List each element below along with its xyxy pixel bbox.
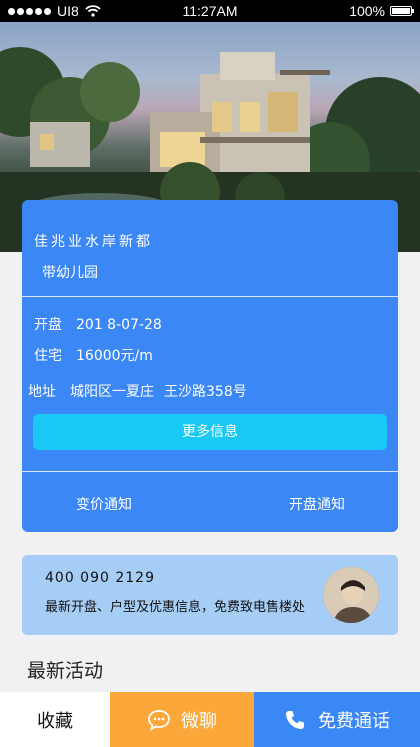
address-road: 王沙路358号 — [164, 384, 247, 400]
address-label: 地址 — [28, 384, 56, 400]
property-info-card: 佳兆业水岸新都 带幼儿园 开盘 201 8-07-28 住宅 16000元/m 地址… — [22, 200, 398, 532]
favorite-button[interactable]: 收藏 — [0, 692, 110, 747]
battery-percent: 100% — [349, 3, 385, 19]
chat-bubble-icon — [148, 709, 170, 731]
divider — [22, 471, 398, 472]
chat-button[interactable]: 微聊 — [110, 692, 254, 747]
latest-activity-heading: 最新活动 — [27, 660, 104, 682]
price-change-notify-button[interactable]: 变价通知 — [76, 494, 132, 514]
sales-phone-number[interactable]: 400 090 2129 — [45, 570, 155, 586]
sales-contact-description: 最新开盘、户型及优惠信息，免费致电售楼处 — [45, 600, 306, 615]
residential-price: 16000元/m — [76, 348, 153, 364]
residential-row: 住宅 16000元/m — [34, 345, 153, 365]
residential-label: 住宅 — [34, 348, 62, 364]
opening-label: 开盘 — [34, 317, 62, 333]
call-label: 免费通话 — [318, 710, 390, 732]
agent-avatar — [323, 567, 379, 623]
chat-label: 微聊 — [181, 710, 217, 732]
battery-icon — [390, 6, 414, 16]
property-tag: 带幼儿园 — [42, 265, 98, 281]
status-bar: UI8 11:27AM 100% — [0, 0, 420, 22]
opening-date: 201 8-07-28 — [76, 317, 162, 333]
sales-contact-card[interactable]: 400 090 2129 最新开盘、户型及优惠信息，免费致电售楼处 — [22, 555, 398, 635]
more-info-button[interactable]: 更多信息 — [33, 414, 387, 450]
divider — [22, 296, 398, 297]
address-row: 地址 城阳区一夏庄 王沙路358号 — [28, 381, 247, 401]
free-call-button[interactable]: 免费通话 — [254, 692, 420, 747]
status-right: 100% — [349, 3, 414, 19]
favorite-label: 收藏 — [37, 710, 73, 732]
bottom-action-bar: 收藏 微聊 免费通话 — [0, 692, 420, 747]
opening-row: 开盘 201 8-07-28 — [34, 314, 162, 334]
opening-notify-button[interactable]: 开盘通知 — [289, 494, 345, 514]
address-district: 城阳区一夏庄 — [70, 384, 154, 400]
phone-icon — [286, 710, 304, 729]
agent-photo-icon — [323, 567, 379, 623]
property-name: 佳兆业水岸新都 — [34, 234, 153, 250]
